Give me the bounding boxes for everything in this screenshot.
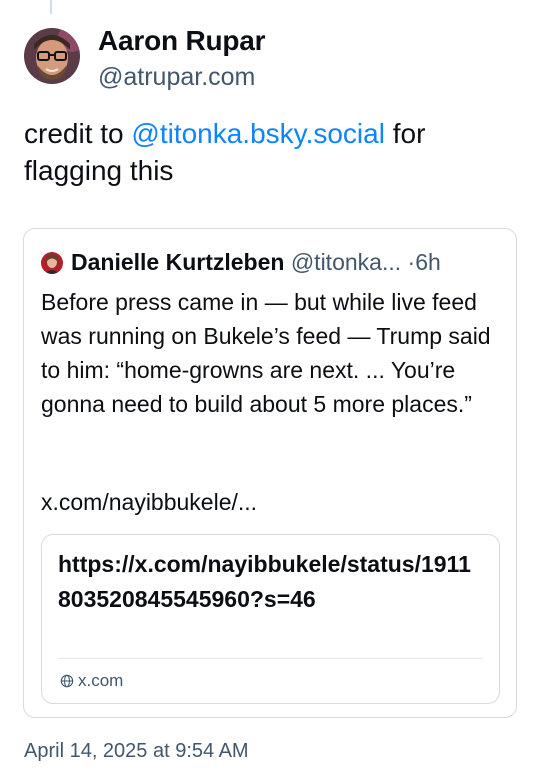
globe-icon (60, 674, 74, 688)
link-preview-title[interactable]: https://x.com/nayibbukele/status/1911803… (58, 547, 478, 617)
quote-post-card[interactable]: Danielle Kurtzleben @titonka... ·6h Befo… (23, 228, 517, 718)
post-text: credit to @titonka.bsky.social for flagg… (24, 115, 524, 189)
quote-link-text[interactable]: x.com/nayibbukele/... (41, 489, 257, 516)
thread-connector-line (50, 0, 52, 14)
link-preview-divider (58, 658, 483, 659)
link-preview-domain: x.com (60, 671, 123, 691)
post-text-prefix: credit to (24, 118, 132, 149)
link-preview-card[interactable]: https://x.com/nayibbukele/status/1911803… (41, 534, 500, 704)
quote-age[interactable]: 6h (415, 249, 441, 275)
post-timestamp: April 14, 2025 at 9:54 AM (24, 740, 249, 762)
author-name[interactable]: Aaron Rupar (98, 25, 266, 57)
quote-author-avatar[interactable] (41, 252, 63, 274)
mention-link[interactable]: @titonka.bsky.social (131, 118, 385, 149)
author-handle[interactable]: @atrupar.com (98, 63, 255, 92)
quote-text: Before press came in — but while live fe… (41, 289, 491, 417)
author-avatar[interactable] (24, 28, 80, 84)
quote-header: Danielle Kurtzleben @titonka... ·6h (71, 249, 441, 276)
quote-author-handle[interactable]: @titonka... (291, 249, 401, 275)
link-preview-domain-text: x.com (78, 671, 124, 690)
quote-author-name[interactable]: Danielle Kurtzleben (71, 249, 284, 275)
